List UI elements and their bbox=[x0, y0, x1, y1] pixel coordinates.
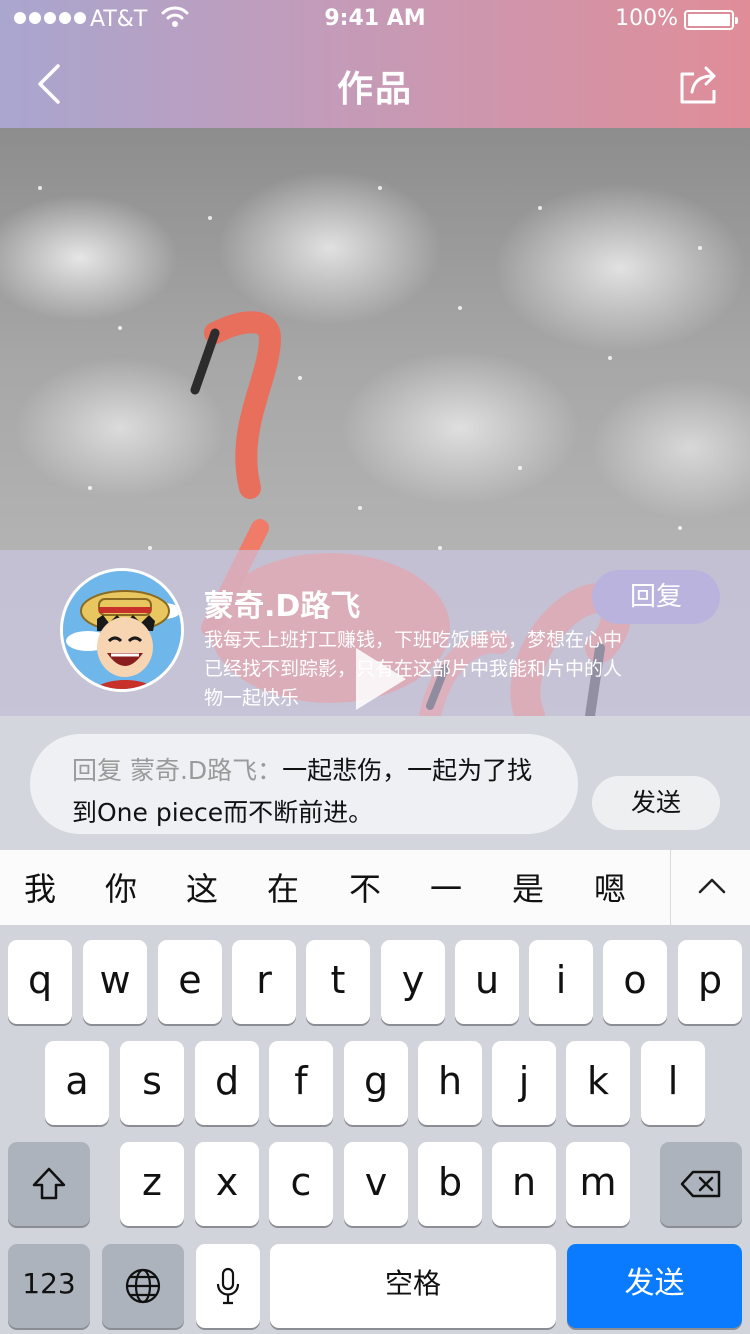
delete-key[interactable] bbox=[660, 1142, 742, 1226]
status-bar: AT&T 9:41 AM 100% bbox=[0, 0, 750, 40]
numbers-key[interactable]: 123 bbox=[8, 1244, 90, 1328]
comment-input[interactable]: 回复 蒙奇.D路飞：一起悲伤，一起为了找到One piece而不断前进。 bbox=[30, 734, 578, 834]
reply-prefix: 回复 蒙奇.D路飞： bbox=[72, 756, 283, 785]
key-m[interactable]: m bbox=[566, 1142, 630, 1226]
space-key[interactable]: 空格 bbox=[270, 1244, 556, 1328]
backspace-icon bbox=[680, 1170, 721, 1198]
expand-candidates-button[interactable] bbox=[670, 850, 750, 926]
key-z[interactable]: z bbox=[120, 1142, 184, 1226]
key-c[interactable]: c bbox=[269, 1142, 333, 1226]
top-bar: AT&T 9:41 AM 100% 作品 bbox=[0, 0, 750, 128]
chevron-up-icon bbox=[698, 878, 726, 894]
user-bio: 我每天上班打工赚钱，下班吃饭睡觉，梦想在心中已经找不到踪影，只有在这部片中我能和… bbox=[204, 629, 623, 709]
globe-icon bbox=[125, 1268, 161, 1304]
microphone-icon bbox=[216, 1267, 240, 1305]
share-icon[interactable] bbox=[676, 62, 720, 106]
candidate-word[interactable]: 是 bbox=[498, 864, 558, 910]
key-g[interactable]: g bbox=[344, 1041, 408, 1125]
key-a[interactable]: a bbox=[45, 1041, 109, 1125]
username[interactable]: 蒙奇.D路飞 bbox=[204, 581, 360, 625]
key-w[interactable]: w bbox=[83, 940, 147, 1024]
return-key[interactable]: 发送 bbox=[567, 1244, 742, 1328]
comment-composer: 回复 蒙奇.D路飞：一起悲伤，一起为了找到One piece而不断前进。 发送 bbox=[0, 716, 750, 850]
key-e[interactable]: e bbox=[158, 940, 222, 1024]
candidate-word[interactable]: 嗯 bbox=[580, 864, 640, 910]
key-n[interactable]: n bbox=[492, 1142, 556, 1226]
key-k[interactable]: k bbox=[566, 1041, 630, 1125]
key-v[interactable]: v bbox=[344, 1142, 408, 1226]
battery-percentage: 100% bbox=[615, 6, 678, 31]
key-i[interactable]: i bbox=[529, 940, 593, 1024]
key-s[interactable]: s bbox=[120, 1041, 184, 1125]
key-h[interactable]: h bbox=[418, 1041, 482, 1125]
key-t[interactable]: t bbox=[306, 940, 370, 1024]
video-player[interactable]: 蒙奇.D路飞 我每天上班打工赚钱，下班吃饭睡觉，梦想在心中已经找不到踪影，只有在… bbox=[0, 128, 750, 716]
candidate-word[interactable]: 在 bbox=[253, 864, 313, 910]
candidate-word[interactable]: 一 bbox=[416, 864, 476, 910]
battery-icon bbox=[684, 10, 738, 30]
candidate-word[interactable]: 这 bbox=[172, 864, 232, 910]
key-l[interactable]: l bbox=[641, 1041, 705, 1125]
key-j[interactable]: j bbox=[492, 1041, 556, 1125]
reply-button[interactable]: 回复 bbox=[592, 570, 720, 624]
globe-key[interactable] bbox=[102, 1244, 184, 1328]
candidate-word[interactable]: 不 bbox=[335, 864, 395, 910]
candidate-word[interactable]: 我 bbox=[10, 864, 70, 910]
key-d[interactable]: d bbox=[195, 1041, 259, 1125]
keyboard: q w e r t y u i o p a s d f g h j k l z … bbox=[0, 926, 750, 1334]
key-y[interactable]: y bbox=[381, 940, 445, 1024]
shift-key[interactable] bbox=[8, 1142, 90, 1226]
key-o[interactable]: o bbox=[603, 940, 667, 1024]
dictation-key[interactable] bbox=[196, 1244, 260, 1328]
key-r[interactable]: r bbox=[232, 940, 296, 1024]
avatar[interactable] bbox=[60, 568, 184, 692]
shift-icon bbox=[32, 1167, 66, 1200]
send-button[interactable]: 发送 bbox=[592, 776, 720, 830]
page-title: 作品 bbox=[336, 69, 413, 110]
key-f[interactable]: f bbox=[269, 1041, 333, 1125]
key-u[interactable]: u bbox=[455, 940, 519, 1024]
key-x[interactable]: x bbox=[195, 1142, 259, 1226]
key-p[interactable]: p bbox=[678, 940, 742, 1024]
candidate-bar: 我 你 这 在 不 一 是 嗯 bbox=[0, 850, 750, 926]
candidate-word[interactable]: 你 bbox=[91, 864, 151, 910]
key-b[interactable]: b bbox=[418, 1142, 482, 1226]
key-q[interactable]: q bbox=[8, 940, 72, 1024]
